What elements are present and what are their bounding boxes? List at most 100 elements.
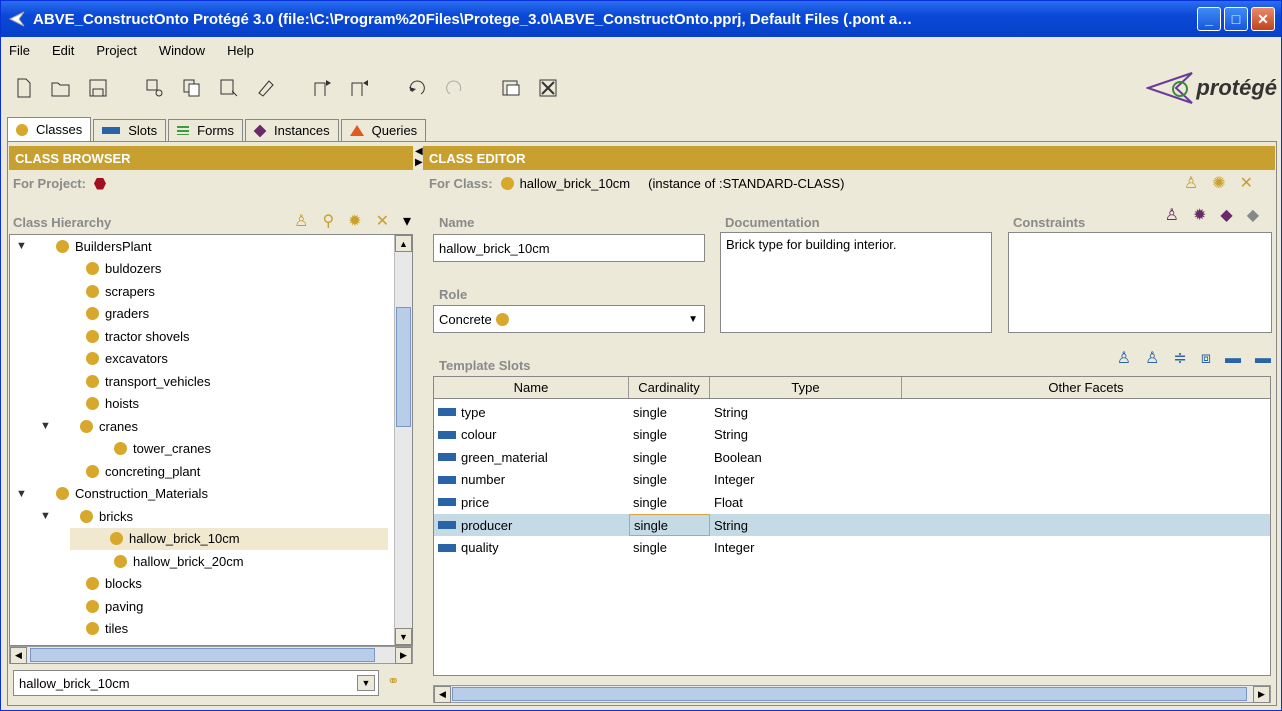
scroll-thumb[interactable] [396,307,411,427]
tab-classes[interactable]: Classes [7,117,92,141]
tree-node[interactable]: hallow_brick_20cm [114,550,244,572]
tree-node[interactable]: scrapers [86,280,155,302]
split-pane-arrows[interactable]: ◀ ▶ [415,146,423,172]
view-slot-icon[interactable]: ♙ [1117,351,1131,367]
menu-help[interactable]: Help [227,43,254,58]
menu-project[interactable]: Project [96,43,136,58]
tree-node[interactable]: paving [86,595,143,617]
save-project-icon[interactable] [85,75,111,101]
scroll-right-button[interactable]: ▶ [1253,686,1270,703]
scroll-down-button[interactable]: ▼ [395,628,412,645]
expand-toggle-icon[interactable]: ▼ [16,488,56,500]
table-row[interactable]: number single Integer [434,469,1270,491]
delete-icon[interactable]: ✕ [1240,176,1253,192]
tree-horizontal-scrollbar[interactable]: ◀ ▶ [9,646,413,664]
role-dropdown-icon[interactable]: ▼ [688,314,698,325]
tree-node[interactable]: transport_vehicles [86,370,211,392]
scroll-right-button[interactable]: ▶ [395,647,412,664]
col-type[interactable]: Type [710,377,902,398]
view-constraint-icon[interactable]: ♙ [1165,208,1179,224]
tree-node[interactable]: ▼ bricks [40,505,133,527]
tree-node[interactable]: buldozers [86,258,161,280]
scroll-left-button[interactable]: ◀ [434,686,451,703]
class-search-input[interactable]: hallow_brick_10cm [13,670,379,696]
h-scroll-thumb[interactable] [452,687,1247,701]
expand-toggle-icon[interactable]: ▼ [40,420,80,432]
clear-icon[interactable] [253,75,279,101]
tree-node[interactable]: tower_cranes [114,438,211,460]
remove-slot-icon[interactable]: ▬ [1255,351,1271,367]
tree-node[interactable]: ▼ BuildersPlant [16,235,152,257]
tree-node[interactable]: concreting_plant [86,460,200,482]
documentation-field[interactable]: Brick type for building interior. [720,232,992,333]
expand-toggle-icon[interactable]: ▼ [40,510,80,522]
insert-before-icon[interactable] [310,75,336,101]
tree-node[interactable]: ▼ Construction_Materials [16,483,208,505]
paste-icon[interactable] [216,75,242,101]
create-instance-icon[interactable]: ✺ [1212,176,1225,192]
view-class-icon[interactable]: ♙ [1184,176,1198,192]
scroll-up-button[interactable]: ▲ [395,235,412,252]
slots-horizontal-scrollbar[interactable]: ◀ ▶ [433,685,1271,703]
maximize-button[interactable]: □ [1224,7,1248,31]
remove-slot-override-icon[interactable]: ≑ [1173,351,1186,367]
template-slots-table[interactable]: Name Cardinality Type Other Facets type s… [433,376,1271,676]
create-subclass-icon[interactable]: ⚲ [322,214,334,230]
menu-file[interactable]: File [9,43,30,58]
class-tree[interactable]: ▼ BuildersPlant buldozers scrapers graders tr… [9,234,413,646]
col-cardinality[interactable]: Cardinality [629,377,710,398]
configure-icon[interactable] [498,75,524,101]
open-project-icon[interactable] [48,75,74,101]
create-constraint-icon[interactable]: ✹ [1193,208,1206,224]
close-icon[interactable] [535,75,561,101]
menu-edit[interactable]: Edit [52,43,74,58]
table-row[interactable]: type single String [434,401,1270,423]
col-other-facets[interactable]: Other Facets [902,377,1270,398]
tab-queries[interactable]: Queries [340,119,427,141]
tab-slots[interactable]: Slots [93,119,167,141]
close-window-button[interactable]: ✕ [1251,7,1275,31]
table-row[interactable]: price single Float [434,491,1270,513]
redo-icon[interactable] [441,75,467,101]
col-name[interactable]: Name [434,377,629,398]
remove-constraint-icon[interactable]: ◆ [1247,208,1259,224]
tree-node[interactable]: ▼ cranes [40,415,138,437]
search-dropdown-icon[interactable]: ▼ [357,675,375,691]
expand-toggle-icon[interactable]: ▼ [16,240,56,252]
tree-node[interactable]: graders [86,303,149,325]
tree-vertical-scrollbar[interactable]: ▲ ▼ [394,235,412,645]
tree-node[interactable]: excavators [86,348,168,370]
view-slot-at-class-icon[interactable]: ♙ [1145,351,1159,367]
new-project-icon[interactable] [11,75,37,101]
add-constraint-icon[interactable]: ◆ [1220,208,1232,224]
tree-node[interactable]: hallow_brick_10cm [70,527,388,550]
cut-icon[interactable] [142,75,168,101]
tab-instances[interactable]: Instances [245,119,339,141]
hierarchy-menu-icon[interactable]: ▾ [403,214,411,230]
constraints-list[interactable] [1008,232,1272,333]
tree-node[interactable]: tiles [86,618,128,640]
table-row[interactable]: colour single String [434,424,1270,446]
tree-node[interactable]: hoists [86,393,139,415]
menu-window[interactable]: Window [159,43,205,58]
role-select[interactable]: Concrete ▼ [433,305,705,333]
table-row[interactable]: producer single String [434,514,1270,536]
minimize-button[interactable]: _ [1197,7,1221,31]
create-class-icon[interactable]: ✹ [348,214,361,230]
search-binoculars-icon[interactable]: ⚭ [387,672,400,690]
tree-node[interactable]: tractor shovels [86,325,190,347]
copy-icon[interactable] [179,75,205,101]
tab-forms[interactable]: Forms [168,119,243,141]
table-row[interactable]: quality single Integer [434,537,1270,559]
slot-facets-icon[interactable]: ⧈ [1201,351,1211,367]
view-class-icon[interactable]: ♙ [294,214,308,230]
table-row[interactable]: green_material single Boolean [434,446,1270,468]
delete-class-icon[interactable]: ✕ [376,214,389,230]
scroll-left-button[interactable]: ◀ [10,647,27,664]
h-scroll-thumb[interactable] [30,648,375,662]
undo-icon[interactable] [404,75,430,101]
name-field[interactable]: hallow_brick_10cm [433,234,705,262]
add-slot-icon[interactable]: ▬ [1225,351,1241,367]
insert-after-icon[interactable] [347,75,373,101]
tree-node[interactable]: blocks [86,573,142,595]
